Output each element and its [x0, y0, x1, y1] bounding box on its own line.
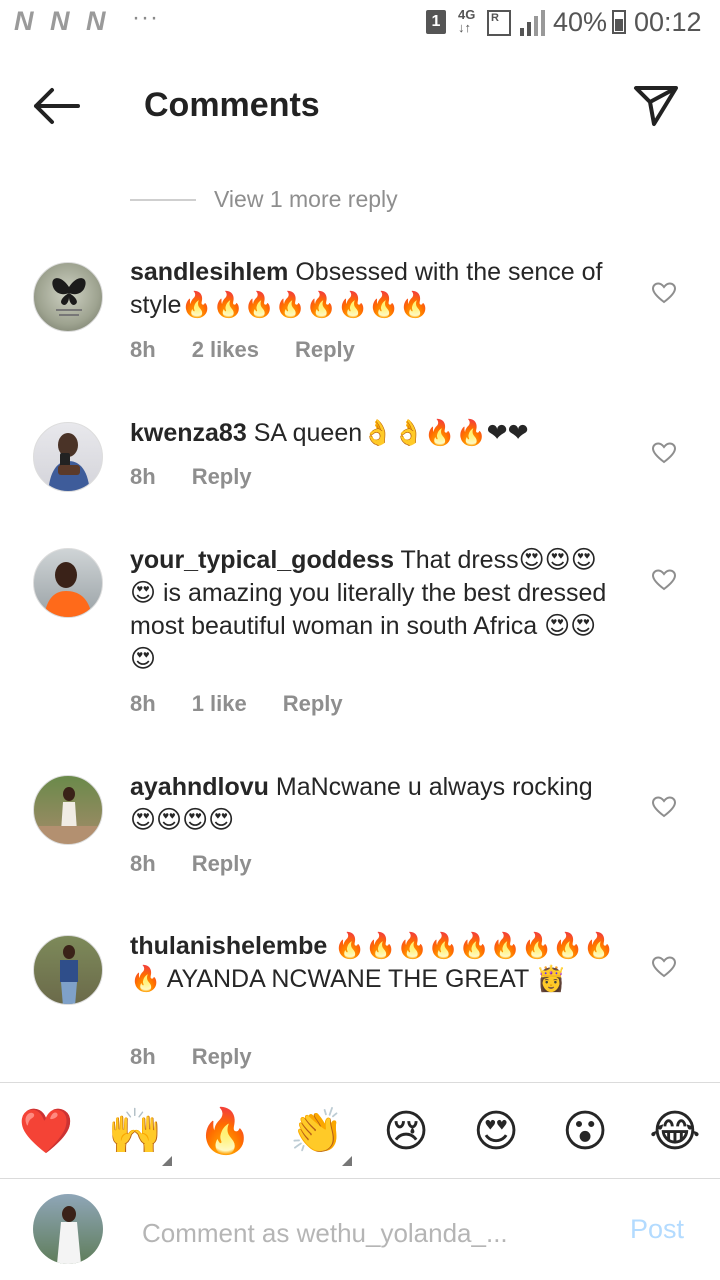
- reply-button[interactable]: Reply: [192, 851, 252, 877]
- more-notifications-icon: ···: [132, 4, 159, 31]
- post-button[interactable]: Post: [630, 1214, 684, 1245]
- my-avatar: [33, 1194, 103, 1264]
- battery-percent: 40%: [553, 7, 608, 37]
- comment-likes[interactable]: 1 like: [192, 691, 247, 717]
- person-photo: [57, 1206, 81, 1264]
- reply-button[interactable]: Reply: [283, 691, 343, 717]
- surprised-emoji-button[interactable]: 😮: [557, 1104, 613, 1160]
- heart-emoji-button[interactable]: ❤️: [18, 1104, 74, 1160]
- comment-input[interactable]: [140, 1210, 604, 1256]
- heart-outline-icon[interactable]: [652, 796, 676, 818]
- heart-outline-icon[interactable]: [652, 442, 676, 464]
- divider-line: [0, 1082, 720, 1083]
- laughing-emoji-button[interactable]: 😂: [647, 1104, 703, 1160]
- clock: 00:12: [634, 7, 702, 37]
- comment-time: 8h: [130, 337, 156, 362]
- heart-eyes-emoji-button[interactable]: 😍: [468, 1104, 524, 1160]
- view-more-replies-link[interactable]: View 1 more reply: [214, 186, 398, 213]
- signal-strength-icon: [520, 10, 545, 36]
- page-title: Comments: [144, 86, 320, 124]
- divider-line: [0, 1178, 720, 1179]
- reply-button[interactable]: Reply: [192, 464, 252, 490]
- comment-time: 8h: [130, 464, 156, 489]
- heart-outline-icon[interactable]: [652, 956, 676, 978]
- comment-username[interactable]: sandlesihlem: [130, 258, 288, 286]
- heart-outline-icon[interactable]: [652, 569, 676, 591]
- comment-time: 8h: [130, 691, 156, 716]
- butterfly-icon: [52, 278, 86, 316]
- person-photo: [44, 562, 92, 617]
- comment-username[interactable]: your_typical_goddess: [130, 546, 394, 574]
- variant-indicator: [342, 1156, 352, 1166]
- fire-emoji-button[interactable]: 🔥: [197, 1104, 253, 1160]
- network-type: 4G ↓↑: [458, 7, 476, 35]
- reply-button[interactable]: Reply: [192, 1044, 252, 1070]
- avatar[interactable]: [33, 935, 103, 1005]
- divider-line: [130, 199, 196, 201]
- avatar[interactable]: [33, 548, 103, 618]
- comment-time: 8h: [130, 851, 156, 876]
- comment-username[interactable]: ayahndlovu: [130, 773, 269, 801]
- variant-indicator: [162, 1156, 172, 1166]
- status-bar: N N N ··· 1 4G ↓↑ R 40% 00:12: [0, 0, 720, 48]
- carrier-mark: N: [86, 6, 106, 36]
- arrow-left-icon[interactable]: [28, 84, 84, 128]
- avatar[interactable]: [33, 775, 103, 845]
- comment-username[interactable]: kwenza83: [130, 419, 247, 447]
- avatar[interactable]: [33, 262, 103, 332]
- comment-time: 8h: [130, 1044, 156, 1069]
- person-photo: [34, 787, 102, 844]
- heart-outline-icon[interactable]: [652, 282, 676, 304]
- paper-plane-icon[interactable]: [630, 80, 682, 130]
- comment-likes[interactable]: 2 likes: [192, 337, 259, 363]
- reply-button[interactable]: Reply: [295, 337, 355, 363]
- sim-badge: 1: [426, 10, 446, 34]
- raised-hands-emoji-button[interactable]: 🙌: [107, 1104, 163, 1160]
- battery-icon: [612, 10, 626, 34]
- person-photo: [60, 945, 78, 1004]
- person-photo: [48, 433, 90, 491]
- carrier-mark: N: [50, 6, 70, 36]
- avatar[interactable]: [33, 422, 103, 492]
- roaming-signal-icon: R: [487, 10, 511, 36]
- carrier-mark: N: [14, 6, 34, 36]
- comment-username[interactable]: thulanishelembe: [130, 932, 327, 960]
- clapping-emoji-button[interactable]: 👏: [289, 1104, 345, 1160]
- crying-emoji-button[interactable]: 😢: [378, 1104, 434, 1160]
- comment-text: SA queen👌👌🔥🔥❤❤: [253, 419, 529, 447]
